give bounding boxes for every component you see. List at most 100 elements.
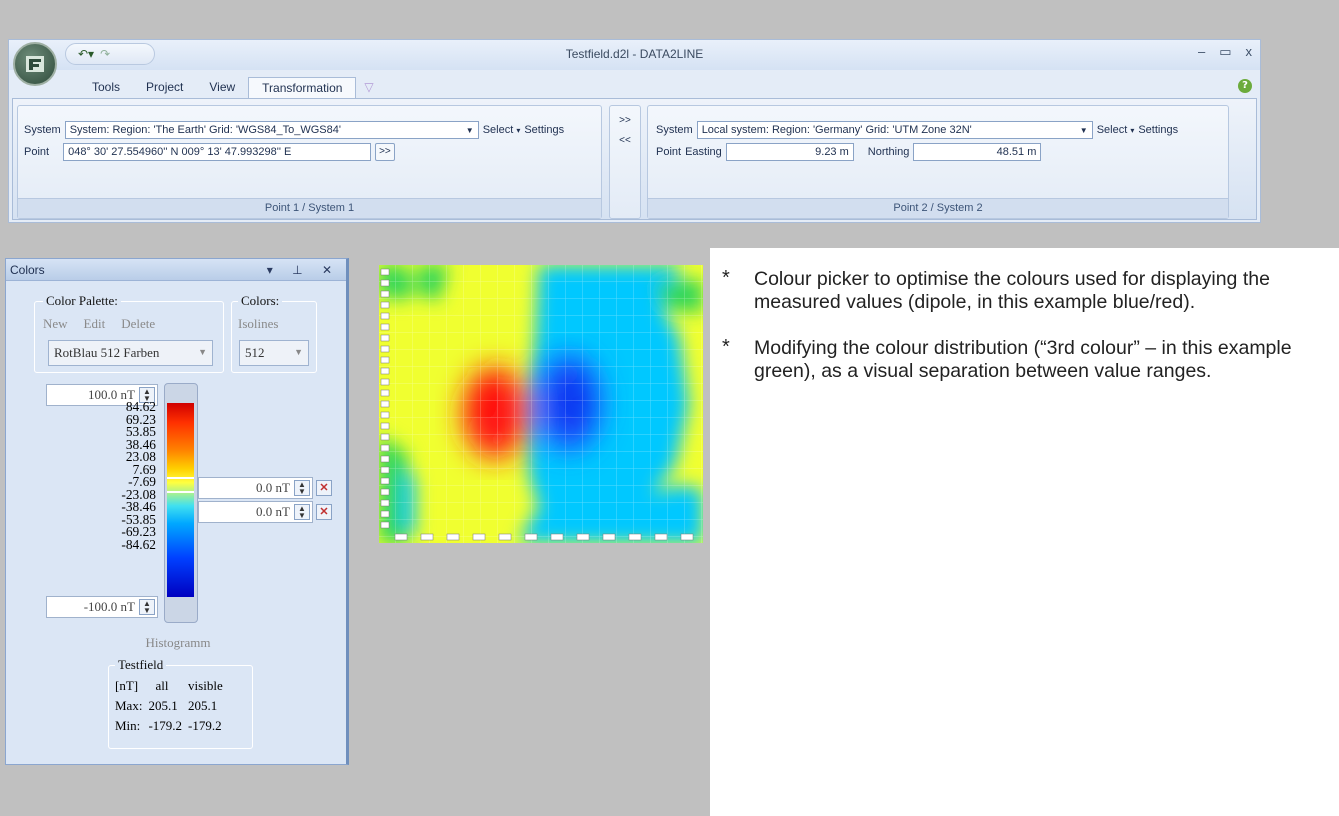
third-color-lower-handle[interactable] <box>167 491 194 493</box>
third-color-upper-value: 0.0 nT <box>256 480 290 495</box>
chevron-down-icon: ▾ <box>1130 126 1135 135</box>
minimize-button[interactable]: – <box>1198 44 1205 60</box>
spin-updown-icon[interactable]: ▲ ▼ <box>294 480 310 496</box>
note-item: * Colour picker to optimise the colours … <box>722 267 1322 314</box>
ribbon-panel: System System: Region: 'The Earth' Grid:… <box>12 98 1257 220</box>
settings2-button[interactable]: Settings <box>1138 124 1178 136</box>
palette-select-value: RotBlau 512 Farben <box>54 345 160 360</box>
spin-updown-icon[interactable]: ▲ ▼ <box>139 599 155 615</box>
isolines-label: Isolines <box>238 316 279 331</box>
third-color-upper-handle[interactable] <box>167 477 194 479</box>
stats-min-all: -179.2 <box>148 718 183 733</box>
chevron-down-icon: ▼ <box>294 347 303 357</box>
color-palette-legend: Color Palette: <box>43 293 121 309</box>
settings1-button[interactable]: Settings <box>524 124 564 136</box>
note-text: Modifying the colour distribution (“3rd … <box>754 337 1292 382</box>
group1-caption: Point 1 / System 1 <box>18 198 601 218</box>
color-scale-bar[interactable] <box>167 403 194 597</box>
window-controls: – ▭ x <box>1198 44 1252 60</box>
delete-palette-button[interactable]: Delete <box>121 316 155 332</box>
palette-select[interactable]: RotBlau 512 Farben ▼ <box>48 340 213 366</box>
note-item: * Modifying the colour distribution (“3r… <box>722 336 1322 383</box>
select1-button[interactable]: Select ▾ <box>483 124 521 136</box>
help-icon[interactable]: ? <box>1238 79 1252 93</box>
system1-value: System: Region: 'The Earth' Grid: 'WGS84… <box>69 124 341 136</box>
stats-min-label: Min: <box>115 718 141 733</box>
third-color-upper-spinner[interactable]: 0.0 nT ▲ ▼ ✕ <box>198 477 332 499</box>
northing-input[interactable]: 48.51 m <box>913 143 1042 161</box>
system2-value: Local system: Region: 'Germany' Grid: 'U… <box>701 124 972 136</box>
panel-window-buttons[interactable]: ▾ ⊥ ✕ <box>267 259 340 281</box>
remove-icon[interactable]: ✕ <box>316 504 332 520</box>
third-color-lower-value: 0.0 nT <box>256 504 290 519</box>
feature-notes: * Colour picker to optimise the colours … <box>722 267 1322 406</box>
system1-combo[interactable]: System: Region: 'The Earth' Grid: 'WGS84… <box>64 121 479 139</box>
select2-label: Select <box>1096 124 1128 136</box>
tab-transformation[interactable]: Transformation <box>248 77 357 98</box>
remove-icon[interactable]: ✕ <box>316 480 332 496</box>
ribbon-tabs: Tools Project View Transformation ▽ <box>79 77 382 98</box>
tab-project[interactable]: Project <box>133 77 196 98</box>
point1-label: Point <box>24 146 50 158</box>
point1-go-button[interactable]: >> <box>375 143 395 161</box>
color-palette-fieldset: Color Palette: New Edit Delete RotBlau 5… <box>34 293 224 373</box>
point1-input[interactable]: 048° 30' 27.554960'' N 009° 13' 47.99329… <box>63 143 372 161</box>
tick-label: -84.62 <box>121 536 156 552</box>
bullet-star-icon: * <box>722 267 730 289</box>
system1-label: System <box>24 124 61 136</box>
group-point2-system2: System Local system: Region: 'Germany' G… <box>647 105 1229 219</box>
close-button[interactable]: x <box>1246 44 1253 60</box>
window-title: Testfield.d2l - DATA2LINE <box>565 47 704 61</box>
select1-label: Select <box>482 124 514 136</box>
group-point1-system1: System System: Region: 'The Earth' Grid:… <box>17 105 602 219</box>
point2-row: Point Easting 9.23 m Northing 48.51 m <box>656 143 1042 161</box>
stats-min-visible: -179.2 <box>188 718 222 733</box>
spin-updown-icon[interactable]: ▲ ▼ <box>294 504 310 520</box>
system2-label: System <box>656 124 693 136</box>
select2-button[interactable]: Select ▾ <box>1097 124 1135 136</box>
new-palette-button[interactable]: New <box>43 316 68 332</box>
chevron-down-icon: ▼ <box>465 125 474 135</box>
point2-label: Point <box>656 146 682 158</box>
easting-label: Easting <box>685 146 722 158</box>
min-value: -100.0 nT <box>83 599 135 614</box>
system1-row: System System: Region: 'The Earth' Grid:… <box>24 121 564 139</box>
stats-max-label: Max: <box>115 698 143 713</box>
chevron-down-icon: ▼ <box>198 347 207 357</box>
stats-header-row: [nT] all visible <box>112 676 226 696</box>
stats-all-header: all <box>155 678 169 693</box>
system2-row: System Local system: Region: 'Germany' G… <box>656 121 1178 139</box>
colors-count-fieldset: Colors: Isolines 512 ▼ <box>231 293 317 373</box>
stats-table: [nT] all visible Max: 205.1 205.1 Min: -… <box>112 676 226 736</box>
stats-max-all: 205.1 <box>148 698 178 713</box>
chevron-down-icon: ▾ <box>516 126 521 135</box>
easting-input[interactable]: 9.23 m <box>725 143 854 161</box>
transfer-buttons: >> << <box>609 105 641 219</box>
app-menu-orb-icon[interactable] <box>13 42 57 86</box>
stats-legend: Testfield <box>115 657 167 673</box>
transfer-forward-button[interactable]: >> <box>610 111 640 131</box>
filter-icon[interactable]: ▽ <box>356 77 381 98</box>
northing-label: Northing <box>867 146 910 158</box>
tab-view[interactable]: View <box>196 77 248 98</box>
stats-max-row: Max: 205.1 205.1 <box>112 696 226 716</box>
palette-actions: New Edit Delete <box>43 316 155 332</box>
colors-count-select[interactable]: 512 ▼ <box>239 340 309 366</box>
app-window: ↶▾ ↷ Testfield.d2l - DATA2LINE – ▭ x Too… <box>8 39 1261 223</box>
color-scale-ticks: 84.62 69.23 53.85 38.46 23.08 7.69 -7.69… <box>36 400 156 552</box>
maximize-button[interactable]: ▭ <box>1219 44 1231 60</box>
group2-caption: Point 2 / System 2 <box>648 198 1228 218</box>
note-text: Colour picker to optimise the colours us… <box>754 268 1270 313</box>
min-value-spinner[interactable]: -100.0 nT ▲ ▼ <box>46 596 158 618</box>
system2-combo[interactable]: Local system: Region: 'Germany' Grid: 'U… <box>696 121 1093 139</box>
edit-palette-button[interactable]: Edit <box>84 316 106 332</box>
chevron-down-icon: ▼ <box>1079 125 1088 135</box>
colors-count-value: 512 <box>245 345 265 360</box>
tab-tools[interactable]: Tools <box>79 77 133 98</box>
magnetic-heatmap-image <box>379 265 703 543</box>
histogram-label[interactable]: Histogramm <box>6 635 350 651</box>
point1-row: Point 048° 30' 27.554960'' N 009° 13' 47… <box>24 143 395 161</box>
transfer-back-button[interactable]: << <box>610 131 640 151</box>
stats-min-row: Min: -179.2 -179.2 <box>112 716 226 736</box>
third-color-lower-spinner[interactable]: 0.0 nT ▲ ▼ ✕ <box>198 501 332 523</box>
